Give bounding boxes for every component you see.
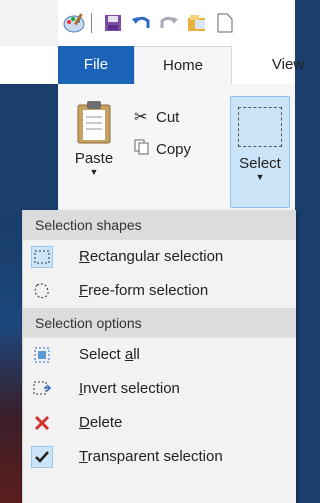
menu-item-label: Transparent selection (79, 448, 223, 465)
copy-button[interactable]: Copy (134, 136, 191, 162)
scissors-icon: ✂ (134, 109, 148, 126)
menu-item-label: Free-form selection (79, 282, 209, 299)
paint-app-icon[interactable] (62, 11, 86, 35)
chevron-down-icon: ▼ (89, 167, 99, 177)
accelerator-letter: R (79, 248, 90, 265)
ribbon-tabs: File Home View (0, 46, 304, 85)
select-dropdown-menu: Selection shapes Rectangular selection F… (22, 210, 296, 503)
toolbar-separator (91, 13, 92, 33)
accelerator-letter: I (79, 380, 84, 397)
delete-x-icon (31, 412, 53, 434)
menu-item-select-all[interactable]: Select all (23, 338, 296, 372)
checkmark-icon (31, 446, 53, 468)
tab-view[interactable]: View (258, 46, 318, 84)
quick-access-toolbar (0, 0, 295, 46)
copy-icon (134, 139, 156, 160)
clipboard-icon (77, 101, 111, 144)
cut-label: Cut (156, 108, 180, 126)
open-folder-icon[interactable] (185, 11, 209, 35)
menu-item-transparent-selection[interactable]: Transparent selection (23, 440, 296, 474)
menu-item-label: Select all (79, 346, 140, 363)
menu-item-delete[interactable]: Delete (23, 406, 296, 440)
selection-rectangle-icon (238, 107, 282, 147)
accelerator-letter: D (79, 414, 90, 431)
clipboard-actions: ✂ Cut Copy (134, 104, 191, 162)
freeform-select-icon (31, 280, 53, 302)
copy-label: Copy (156, 140, 192, 158)
new-document-icon[interactable] (213, 11, 237, 35)
tab-file[interactable]: File (58, 46, 134, 84)
undo-icon[interactable] (129, 11, 153, 35)
chevron-down-icon: ▼ (255, 172, 265, 182)
rectangle-select-icon (31, 246, 53, 268)
invert-selection-icon (31, 378, 53, 400)
menu-header-shapes: Selection shapes (23, 210, 296, 240)
accelerator-letter: F (79, 282, 89, 299)
paste-label: Paste (74, 150, 114, 167)
toolbar-left-gap (0, 0, 58, 46)
ribbon-home: Paste ▼ ✂ Cut Copy Select ▼ (0, 84, 295, 214)
menu-header-options: Selection options (23, 308, 296, 338)
ribbon-left-gap (0, 84, 58, 214)
select-all-icon (31, 344, 53, 366)
menu-item-invert-selection[interactable]: Invert selection (23, 372, 296, 406)
menu-item-label: Invert selection (79, 380, 180, 397)
redo-icon[interactable] (157, 11, 181, 35)
canvas-background (0, 210, 22, 503)
cut-button[interactable]: ✂ Cut (134, 104, 191, 130)
accelerator-letter: T (79, 448, 88, 465)
menu-item-free-form-selection[interactable]: Free-form selection (23, 274, 296, 308)
select-label: Select (239, 155, 281, 172)
save-icon[interactable] (101, 11, 125, 35)
accelerator-letter: a (124, 346, 134, 363)
menu-item-rectangular-selection[interactable]: Rectangular selection (23, 240, 296, 274)
paste-button[interactable]: Paste ▼ (66, 94, 122, 204)
tab-home[interactable]: Home (134, 46, 232, 85)
menu-item-label: Rectangular selection (79, 248, 224, 265)
menu-item-label: Delete (79, 414, 123, 431)
select-button[interactable]: Select ▼ (230, 96, 290, 208)
